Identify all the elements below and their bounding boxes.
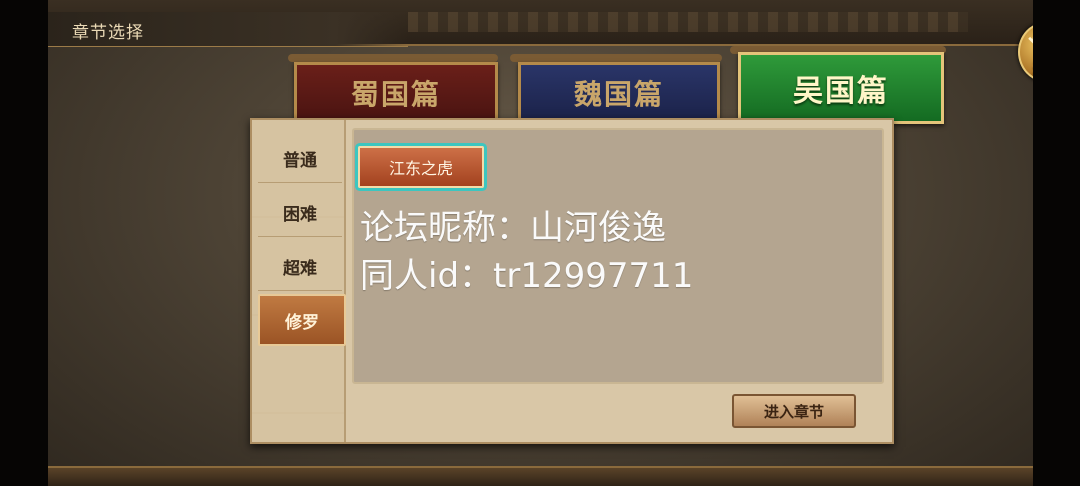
tab-label: 吴国篇 [793,74,889,109]
left-letterbox [0,0,48,486]
tab-label: 蜀国篇 [350,78,441,111]
tab-rod [288,54,498,62]
back-label: 返回 [1024,58,1034,77]
enter-chapter-button[interactable]: 进入章节 [732,394,856,428]
difficulty-super-hard[interactable]: 超难 [258,242,342,291]
page-title: 章节选择 [72,23,144,43]
game-screen: 章节选择 ↶ 返回 蜀国篇 魏国篇 吴国篇 普通 困难 超难 修罗 江东之虎 论… [48,0,1033,486]
chapter-list: 江东之虎 论坛昵称：山河俊逸 同人id：tr12997711 [352,128,884,384]
tab-rod [510,54,722,62]
watermark-line1: 论坛昵称：山河俊逸 [360,208,666,248]
bottom-bar [48,466,1033,486]
chapter-panel: 普通 困难 超难 修罗 江东之虎 论坛昵称：山河俊逸 同人id：tr129977… [250,118,894,444]
watermark-line2: 同人id：tr12997711 [360,256,694,296]
right-letterbox [1033,0,1080,486]
difficulty-asura[interactable]: 修罗 [258,294,346,346]
header-pattern [408,12,968,32]
tab-wei[interactable]: 魏国篇 [518,62,720,124]
difficulty-normal[interactable]: 普通 [258,134,342,183]
tab-shu[interactable]: 蜀国篇 [294,62,498,124]
tab-wu[interactable]: 吴国篇 [738,52,944,124]
chapter-button[interactable]: 江东之虎 [358,146,484,188]
difficulty-sidebar: 普通 困难 超难 修罗 [252,120,346,442]
difficulty-hard[interactable]: 困难 [258,188,342,237]
tab-label: 魏国篇 [573,78,664,111]
